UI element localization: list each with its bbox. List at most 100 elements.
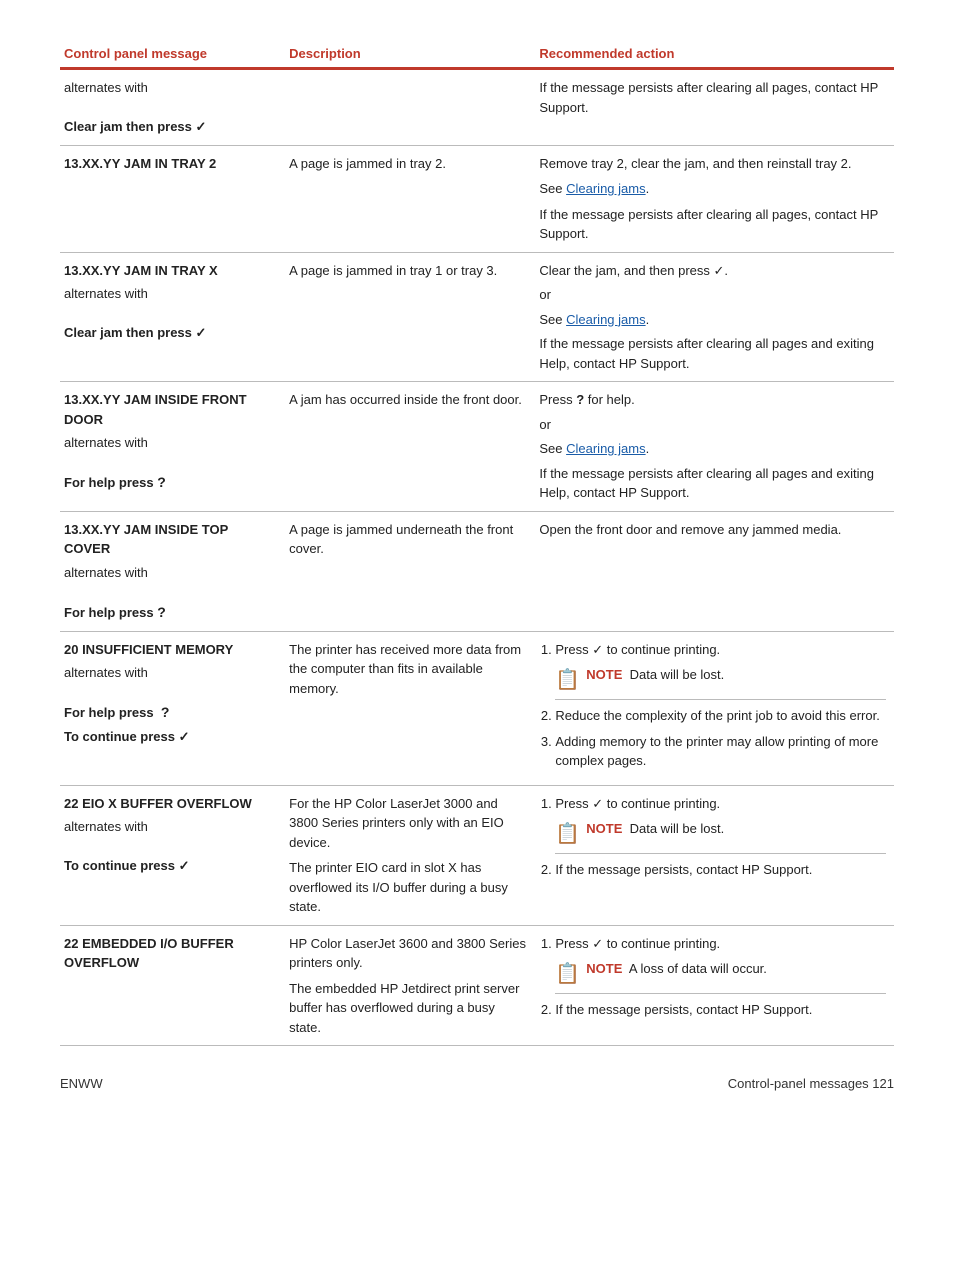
action-text: Press ✓ to continue printing.: [555, 936, 720, 951]
msg-line-bold: To continue press ✓: [64, 727, 277, 747]
message-cell: 13.XX.YY JAM IN TRAY 2: [60, 145, 285, 252]
note-text: NOTE Data will be lost.: [586, 665, 724, 685]
desc-cell: A page is jammed in tray 1 or tray 3.: [285, 252, 535, 382]
clearing-jams-link[interactable]: Clearing jams: [566, 181, 645, 196]
action-list-item: Press ✓ to continue printing. 📋 NOTE Dat…: [555, 640, 886, 701]
action-list-item: Reduce the complexity of the print job t…: [555, 706, 886, 726]
action-cell: If the message persists after clearing a…: [535, 69, 894, 146]
msg-line-bold: For help press ?: [64, 602, 277, 623]
desc-text: A page is jammed in tray 1 or tray 3.: [289, 263, 497, 278]
action-list: Press ✓ to continue printing. 📋 NOTE A l…: [539, 934, 886, 1020]
control-panel-table: Control panel message Description Recomm…: [60, 40, 894, 1046]
action-line: Press ? for help.: [539, 390, 886, 410]
desc-text: A jam has occurred inside the front door…: [289, 392, 522, 407]
action-text: Open the front door and remove any jamme…: [539, 522, 841, 537]
desc-cell: [285, 69, 535, 146]
clearing-jams-link[interactable]: Clearing jams: [566, 312, 645, 327]
desc-line: HP Color LaserJet 3600 and 3800 Series p…: [289, 934, 527, 973]
msg-line-bold: 13.XX.YY JAM INSIDE TOP COVER: [64, 520, 277, 559]
msg-line-bold: 20 INSUFFICIENT MEMORY: [64, 640, 277, 660]
msg-line-bold: Clear jam then press ✓: [64, 117, 277, 137]
msg-line-bold: 13.XX.YY JAM INSIDE FRONT DOOR: [64, 390, 277, 429]
note-box: 📋 NOTE Data will be lost.: [555, 819, 886, 854]
message-cell: alternates with Clear jam then press ✓: [60, 69, 285, 146]
header-description: Description: [285, 40, 535, 69]
msg-line-bold: 22 EMBEDDED I/O BUFFER OVERFLOW: [64, 934, 277, 973]
note-box: 📋 NOTE A loss of data will occur.: [555, 959, 886, 994]
action-text: Adding memory to the printer may allow p…: [555, 734, 878, 769]
action-text: If the message persists, contact HP Supp…: [555, 862, 812, 877]
msg-line-bold: For help press ?: [64, 472, 277, 493]
action-list-item: If the message persists, contact HP Supp…: [555, 1000, 886, 1020]
action-cell: Press ✓ to continue printing. 📋 NOTE Dat…: [535, 785, 894, 925]
message-cell: 13.XX.YY JAM IN TRAY X alternates with C…: [60, 252, 285, 382]
footer-right: Control-panel messages 121: [728, 1076, 894, 1091]
msg-line-bold: 13.XX.YY JAM IN TRAY X: [64, 261, 277, 281]
action-text: Reduce the complexity of the print job t…: [555, 708, 879, 723]
msg-line: alternates with: [64, 284, 277, 304]
msg-line-bold: Clear jam then press ✓: [64, 323, 277, 343]
footer-left: ENWW: [60, 1076, 103, 1091]
action-line: See Clearing jams.: [539, 439, 886, 459]
message-cell: 22 EIO X BUFFER OVERFLOW alternates with…: [60, 785, 285, 925]
msg-line: [64, 837, 277, 857]
desc-cell: A page is jammed in tray 2.: [285, 145, 535, 252]
header-action: Recommended action: [535, 40, 894, 69]
action-list-item: Press ✓ to continue printing. 📋 NOTE A l…: [555, 934, 886, 995]
message-cell: 13.XX.YY JAM INSIDE TOP COVER alternates…: [60, 511, 285, 631]
message-cell: 13.XX.YY JAM INSIDE FRONT DOOR alternate…: [60, 382, 285, 512]
main-table-container: Control panel message Description Recomm…: [60, 40, 894, 1046]
table-row: 22 EIO X BUFFER OVERFLOW alternates with…: [60, 785, 894, 925]
msg-line: [64, 98, 277, 118]
action-line: If the message persists after clearing a…: [539, 334, 886, 373]
table-row: 13.XX.YY JAM IN TRAY 2 A page is jammed …: [60, 145, 894, 252]
msg-line-bold: For help press ?: [64, 702, 277, 723]
page-footer: ENWW Control-panel messages 121: [60, 1076, 894, 1091]
msg-line-bold: 13.XX.YY JAM IN TRAY 2: [64, 154, 277, 174]
table-row: 13.XX.YY JAM INSIDE TOP COVER alternates…: [60, 511, 894, 631]
action-cell: Press ? for help. or See Clearing jams. …: [535, 382, 894, 512]
msg-line: [64, 453, 277, 473]
message-cell: 22 EMBEDDED I/O BUFFER OVERFLOW: [60, 925, 285, 1046]
action-list-item: If the message persists, contact HP Supp…: [555, 860, 886, 880]
note-icon: 📋: [555, 819, 580, 849]
action-cell: Open the front door and remove any jamme…: [535, 511, 894, 631]
msg-line-bold: 22 EIO X BUFFER OVERFLOW: [64, 794, 277, 814]
action-line: See Clearing jams.: [539, 179, 886, 199]
table-row: 20 INSUFFICIENT MEMORY alternates with F…: [60, 631, 894, 785]
action-cell: Clear the jam, and then press ✓. or See …: [535, 252, 894, 382]
action-text: If the message persists after clearing a…: [539, 80, 878, 115]
action-line: See Clearing jams.: [539, 310, 886, 330]
table-row: 22 EMBEDDED I/O BUFFER OVERFLOW HP Color…: [60, 925, 894, 1046]
note-box: 📋 NOTE Data will be lost.: [555, 665, 886, 700]
desc-cell: A page is jammed underneath the front co…: [285, 511, 535, 631]
note-icon: 📋: [555, 665, 580, 695]
action-cell: Press ✓ to continue printing. 📋 NOTE Dat…: [535, 631, 894, 785]
desc-cell: HP Color LaserJet 3600 and 3800 Series p…: [285, 925, 535, 1046]
action-cell: Remove tray 2, clear the jam, and then r…: [535, 145, 894, 252]
message-cell: 20 INSUFFICIENT MEMORY alternates with F…: [60, 631, 285, 785]
table-row: alternates with Clear jam then press ✓ I…: [60, 69, 894, 146]
msg-line-bold: To continue press ✓: [64, 856, 277, 876]
msg-line: [64, 582, 277, 602]
action-cell: Press ✓ to continue printing. 📋 NOTE A l…: [535, 925, 894, 1046]
clearing-jams-link[interactable]: Clearing jams: [566, 441, 645, 456]
action-text: Press ✓ to continue printing.: [555, 796, 720, 811]
note-text: NOTE A loss of data will occur.: [586, 959, 767, 979]
msg-line: alternates with: [64, 817, 277, 837]
action-text: Press ✓ to continue printing.: [555, 642, 720, 657]
action-text: If the message persists, contact HP Supp…: [555, 1002, 812, 1017]
table-row: 13.XX.YY JAM IN TRAY X alternates with C…: [60, 252, 894, 382]
msg-line: alternates with: [64, 563, 277, 583]
desc-text: A page is jammed in tray 2.: [289, 156, 446, 171]
action-list: Press ✓ to continue printing. 📋 NOTE Dat…: [539, 794, 886, 880]
msg-line: [64, 683, 277, 703]
action-line: If the message persists after clearing a…: [539, 205, 886, 244]
action-list-item: Press ✓ to continue printing. 📋 NOTE Dat…: [555, 794, 886, 855]
note-text: NOTE Data will be lost.: [586, 819, 724, 839]
desc-cell: For the HP Color LaserJet 3000 and 3800 …: [285, 785, 535, 925]
note-icon: 📋: [555, 959, 580, 989]
action-line: or: [539, 415, 886, 435]
action-line: or: [539, 285, 886, 305]
msg-line: alternates with: [64, 663, 277, 683]
